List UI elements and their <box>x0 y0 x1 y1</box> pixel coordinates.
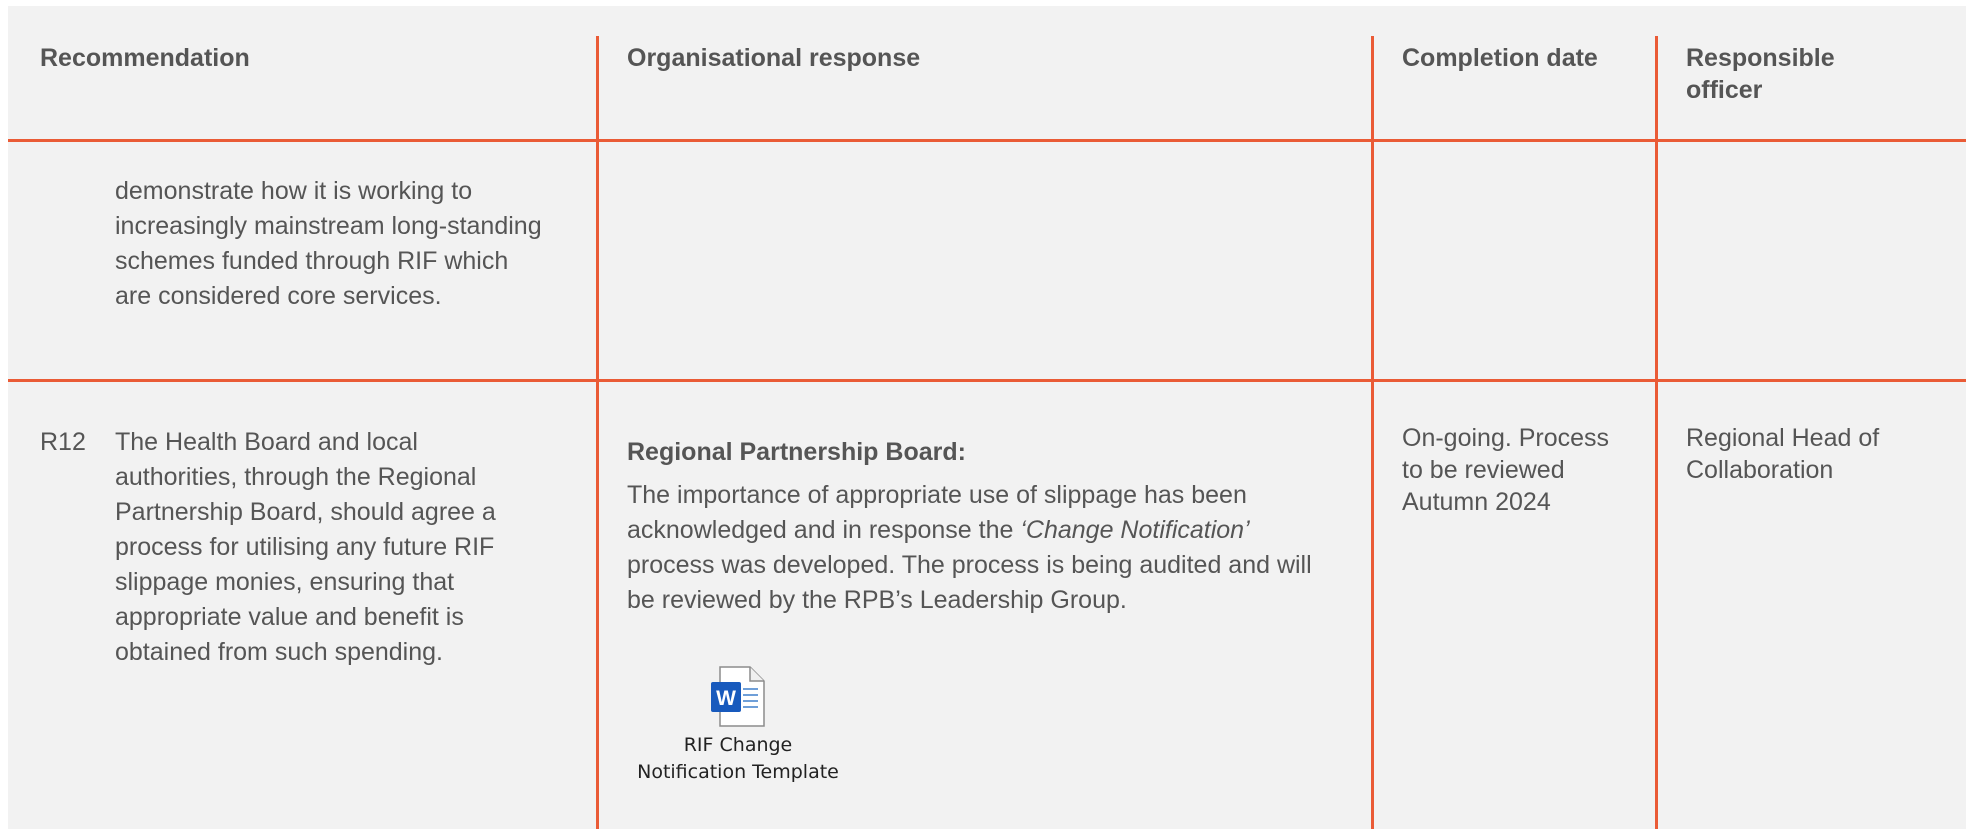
completion-date: On-going. Process to be reviewed Autumn … <box>1402 424 1610 516</box>
header-responsible-officer: Responsible officer <box>1686 44 1835 104</box>
response-table: Recommendation Organisational response C… <box>8 6 1966 829</box>
column-divider-1 <box>596 36 599 829</box>
row-id: R12 <box>40 428 86 456</box>
attachment-rif-change-notification-template[interactable]: W RIF Change Notification Template <box>628 666 848 786</box>
row-divider <box>8 379 1966 382</box>
recommendation-text: The Health Board and local authorities, … <box>115 428 496 666</box>
organisational-response: Regional Partnership Board: The importan… <box>627 436 1327 618</box>
column-divider-3 <box>1655 36 1658 829</box>
column-divider-2 <box>1371 36 1374 829</box>
header-organisational-response: Organisational response <box>627 44 921 72</box>
response-text-italic: ‘Change Notification’ <box>1020 516 1250 544</box>
response-body: The importance of appropriate use of sli… <box>627 478 1327 618</box>
attachment-label: RIF Change Notification Template <box>637 734 839 783</box>
header-completion-date: Completion date <box>1402 44 1598 72</box>
responsible-officer: Regional Head of Collaboration <box>1686 424 1880 484</box>
header-divider <box>8 139 1966 142</box>
svg-text:W: W <box>716 687 736 710</box>
word-document-icon: W <box>711 666 765 727</box>
response-text-end: process was developed. The process is be… <box>627 551 1312 614</box>
header-recommendation: Recommendation <box>40 44 250 72</box>
recommendation-text: demonstrate how it is working to increas… <box>115 177 542 310</box>
response-heading: Regional Partnership Board: <box>627 438 966 466</box>
